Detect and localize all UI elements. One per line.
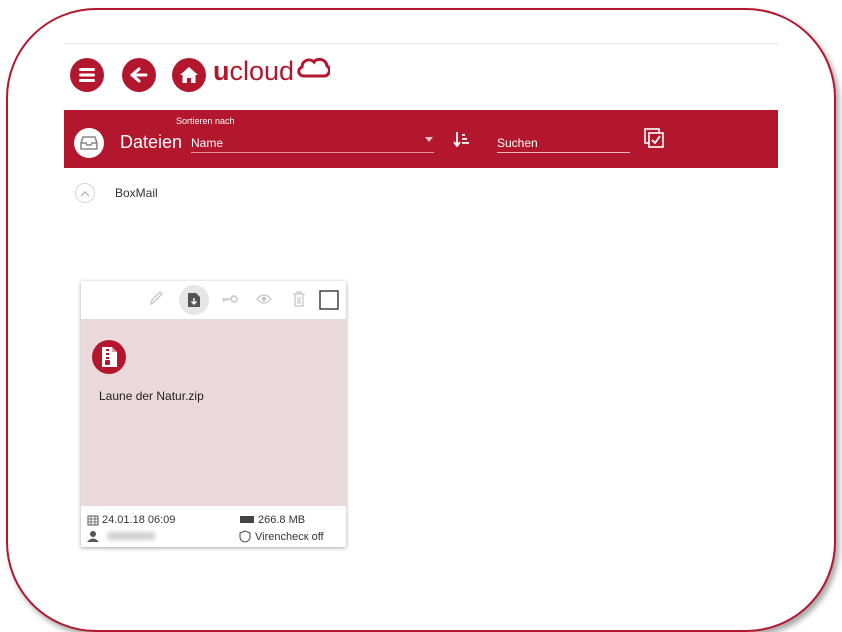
select-all-icon[interactable] — [644, 128, 664, 148]
arrow-left-icon — [130, 67, 148, 83]
inbox-icon — [80, 136, 98, 150]
ucloud-logo[interactable]: u cloud — [213, 54, 331, 88]
search-input[interactable]: Suchen — [497, 134, 630, 153]
file-date-value: 24.01.18 06:09 — [102, 514, 176, 526]
calendar-icon — [87, 515, 99, 526]
file-date: 24.01.18 06:09 — [87, 514, 175, 526]
download-icon[interactable] — [187, 292, 201, 308]
files-toolbar: Dateien Sortieren nach Name Suchen — [64, 110, 778, 168]
shield-icon — [239, 530, 251, 543]
cloud-icon — [297, 57, 331, 78]
back-button[interactable] — [122, 58, 156, 92]
storage-icon — [240, 516, 254, 523]
folder-up-button[interactable] — [75, 183, 95, 203]
file-card[interactable]: Laune der Natur.zip 24.01.18 06:09 266.8… — [81, 281, 346, 547]
virus-check-value: Virenchecк off — [255, 530, 324, 543]
file-size: 266.8 MB — [239, 514, 305, 526]
trash-icon[interactable] — [292, 291, 306, 307]
file-card-toolbar — [81, 281, 346, 319]
sort-direction-icon[interactable] — [453, 131, 469, 147]
sort-underline — [191, 152, 434, 153]
file-name[interactable]: Laune der Natur.zip — [99, 389, 204, 403]
home-button[interactable] — [172, 58, 206, 92]
brand-u: u — [213, 55, 230, 86]
eye-icon[interactable] — [256, 293, 272, 305]
top-divider — [64, 43, 778, 44]
zip-file-icon — [92, 340, 126, 374]
file-size-value: 266.8 MB — [258, 514, 306, 526]
virus-check-status: Virenchecк off — [239, 530, 324, 543]
chevron-down-icon[interactable] — [425, 137, 433, 142]
breadcrumb-folder[interactable]: BoxMail — [115, 186, 158, 200]
select-checkbox[interactable] — [319, 290, 339, 310]
file-owner — [87, 530, 155, 542]
key-icon[interactable] — [221, 294, 239, 304]
owner-name-redacted — [107, 532, 155, 540]
sort-label: Sortieren nach — [176, 116, 235, 126]
menu-button[interactable] — [70, 58, 104, 92]
chevron-up-icon — [80, 190, 90, 196]
drawer-button[interactable] — [74, 128, 104, 158]
menu-icon — [79, 68, 95, 82]
home-icon — [180, 67, 198, 83]
sort-select[interactable]: Name — [191, 136, 223, 150]
page-title: Dateien — [120, 132, 183, 152]
breadcrumb: BoxMail — [75, 183, 158, 203]
file-card-body: Laune der Natur.zip — [81, 319, 346, 506]
user-icon — [87, 531, 99, 542]
edit-icon[interactable] — [149, 290, 163, 306]
brand-text: cloud — [229, 55, 295, 86]
